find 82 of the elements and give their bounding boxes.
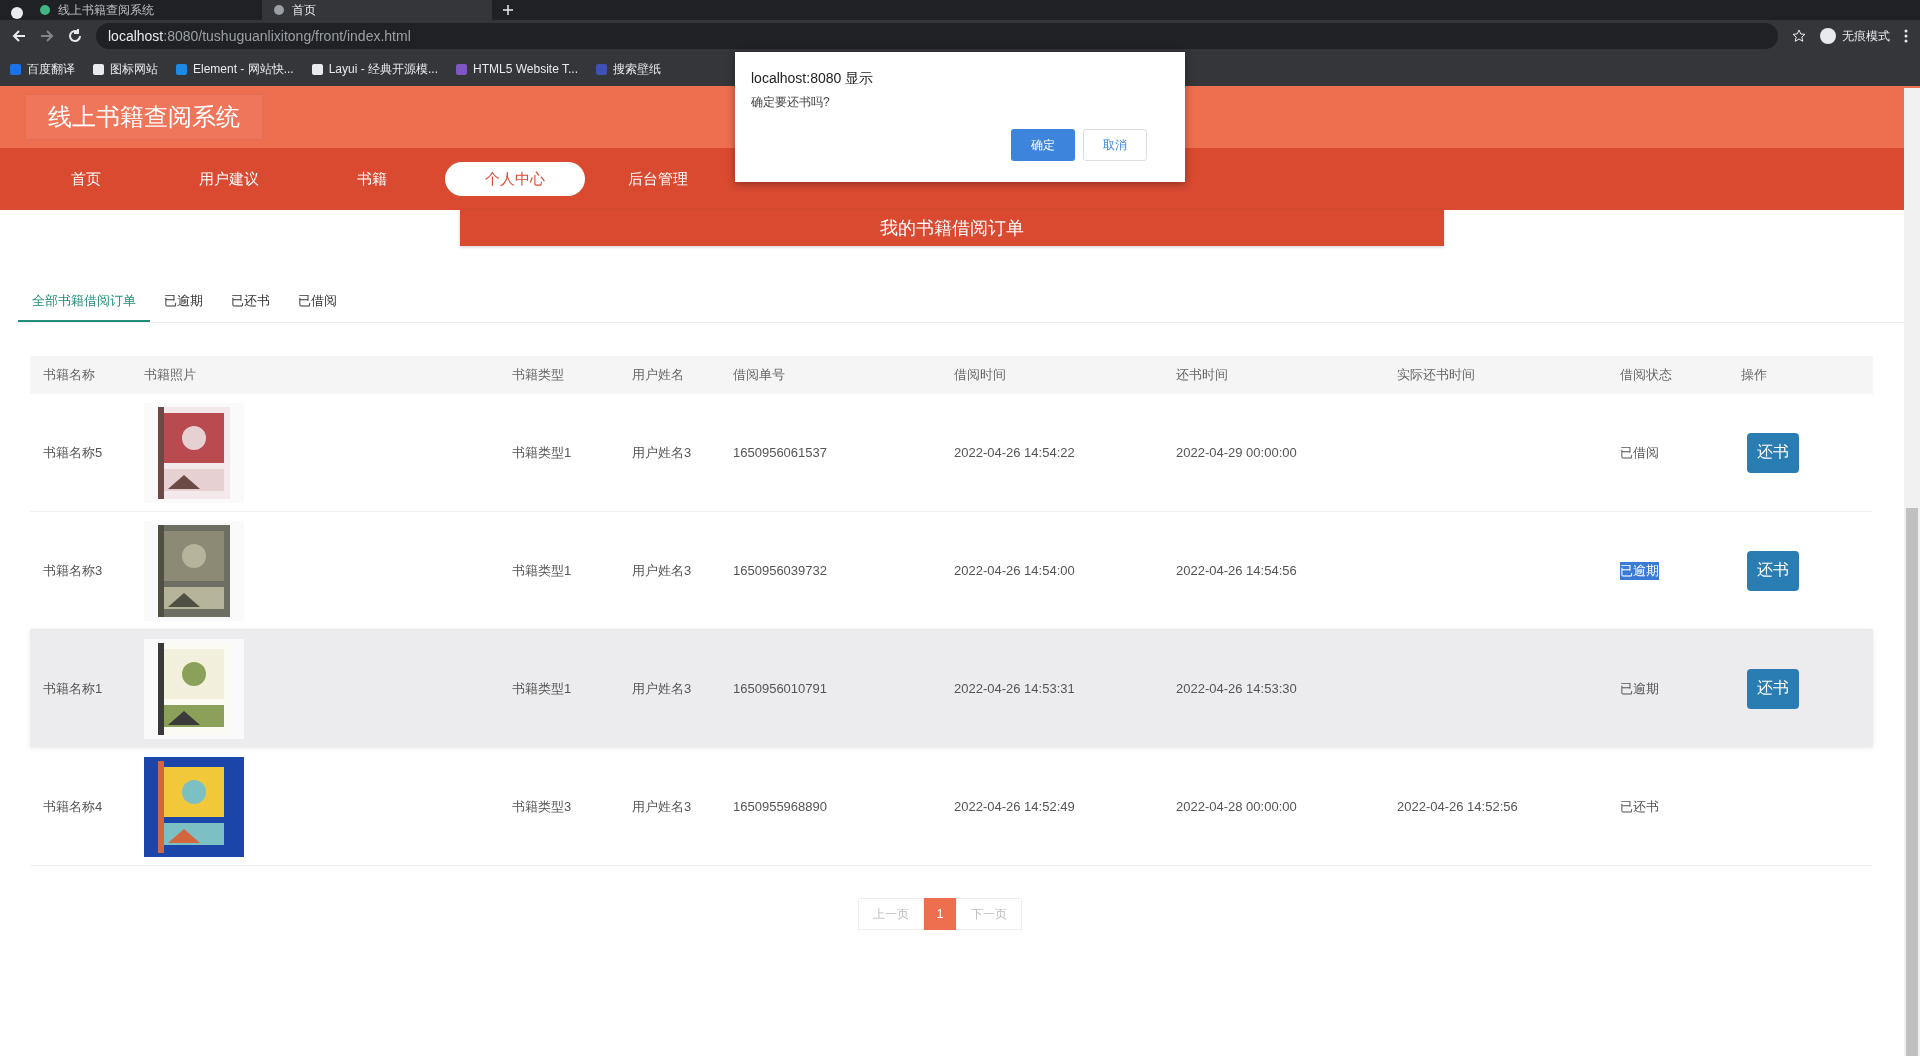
status-text: 已借阅 <box>1620 443 1659 462</box>
table-cell: 2022-04-26 14:54:22 <box>954 445 1075 460</box>
back-icon[interactable] <box>12 29 26 43</box>
site-title: 线上书籍查阅系统 <box>25 94 263 140</box>
reload-icon[interactable] <box>68 29 82 43</box>
profile-button[interactable]: 无痕模式 <box>1820 27 1890 45</box>
bookmark[interactable]: 图标网站 <box>93 60 158 78</box>
menu-icon[interactable] <box>1904 29 1908 43</box>
table-cell: 2022-04-26 14:53:31 <box>954 681 1075 696</box>
nav-tab[interactable]: 个人中心 <box>445 162 585 196</box>
column-header: 操作 <box>1741 366 1767 384</box>
filter-tab[interactable]: 已逾期 <box>150 284 217 322</box>
filter-tab[interactable]: 全部书籍借阅订单 <box>18 284 150 322</box>
table-cell: 2022-04-26 14:52:56 <box>1397 799 1518 814</box>
dialog-message: 确定要还书吗? <box>751 94 831 111</box>
table-cell: 用户姓名3 <box>632 797 692 816</box>
tab-title: 首页 <box>292 1 316 19</box>
table-cell: 2022-04-29 00:00:00 <box>1176 445 1297 460</box>
new-tab-icon[interactable] <box>502 4 514 16</box>
table-cell: 书籍类型3 <box>512 797 572 816</box>
table-cell: 用户姓名3 <box>632 561 692 580</box>
tab-icon <box>40 5 50 15</box>
page-button[interactable]: 1 <box>923 898 957 930</box>
table-cell: 用户姓名3 <box>632 443 692 462</box>
status-text: 已逾期 <box>1620 561 1659 580</box>
column-header: 借阅状态 <box>1620 366 1672 384</box>
column-header: 还书时间 <box>1176 366 1228 384</box>
table-cell: 2022-04-26 14:54:56 <box>1176 563 1297 578</box>
cancel-button[interactable]: 取消 <box>1083 129 1147 161</box>
return-book-button[interactable]: 还书 <box>1747 550 1799 591</box>
table-cell: 书籍类型1 <box>512 561 572 580</box>
column-header: 书籍类型 <box>512 366 564 384</box>
column-header: 用户姓名 <box>632 366 684 384</box>
column-header: 书籍照片 <box>144 366 196 384</box>
profile-label: 无痕模式 <box>1842 27 1890 45</box>
table-cell: 书籍名称3 <box>43 561 103 580</box>
table-cell: 书籍名称4 <box>43 797 103 816</box>
column-header: 借阅单号 <box>733 366 785 384</box>
browser-tab[interactable]: 线上书籍查阅系统 <box>28 0 258 20</box>
nav-tab[interactable]: 书籍 <box>302 162 442 196</box>
bookmark[interactable]: Element - 网站快... <box>176 60 294 78</box>
nav-tab[interactable]: 后台管理 <box>588 162 728 196</box>
table-cell: 2022-04-26 14:53:30 <box>1176 681 1297 696</box>
table-cell: 1650956010791 <box>733 681 827 696</box>
table-cell: 书籍名称5 <box>43 443 103 462</box>
bookmark[interactable]: 百度翻译 <box>10 60 75 78</box>
table-cell: 书籍类型1 <box>512 679 572 698</box>
table-cell: 1650956039732 <box>733 563 827 578</box>
filter-tab[interactable]: 已还书 <box>217 284 284 322</box>
scrollbar-thumb[interactable] <box>1906 508 1918 1056</box>
return-book-button[interactable]: 还书 <box>1747 668 1799 709</box>
browser-tab[interactable]: 首页 <box>262 0 492 20</box>
address-bar[interactable]: localhost:8080/tushuguanlixitong/front/index.html <box>96 23 1778 49</box>
bookmark[interactable]: 搜索壁纸 <box>596 60 661 78</box>
tab-title: 线上书籍查阅系统 <box>58 1 154 19</box>
table-cell: 1650956061537 <box>733 445 827 460</box>
table-cell: 书籍类型1 <box>512 443 572 462</box>
table-cell: 2022-04-26 14:52:49 <box>954 799 1075 814</box>
filter-tab[interactable]: 已借阅 <box>284 284 351 322</box>
table-cell: 书籍名称1 <box>43 679 103 698</box>
table-cell: 用户姓名3 <box>632 679 692 698</box>
url-text: localhost:8080/tushuguanlixitong/front/index.html <box>108 28 411 44</box>
page-banner: 我的书籍借阅订单 <box>460 210 1444 246</box>
scrollbar[interactable] <box>1904 88 1920 1056</box>
status-text: 已还书 <box>1620 797 1659 816</box>
nav-tab[interactable]: 首页 <box>16 162 156 196</box>
dialog-title: localhost:8080 显示 <box>751 70 875 88</box>
bookmark[interactable]: Layui - 经典开源模... <box>311 60 439 78</box>
column-header: 书籍名称 <box>43 366 95 384</box>
tab-icon <box>274 5 284 15</box>
column-header: 实际还书时间 <box>1397 366 1475 384</box>
return-book-button[interactable]: 还书 <box>1747 432 1799 473</box>
confirm-button[interactable]: 确定 <box>1011 129 1075 161</box>
bookmark-star-icon[interactable] <box>1792 29 1806 43</box>
table-cell: 2022-04-28 00:00:00 <box>1176 799 1297 814</box>
bookmark[interactable]: HTML5 Website T... <box>456 62 578 76</box>
table-cell: 2022-04-26 14:54:00 <box>954 563 1075 578</box>
nav-tab[interactable]: 用户建议 <box>159 162 299 196</box>
table-cell: 1650955968890 <box>733 799 827 814</box>
status-text: 已逾期 <box>1620 679 1659 698</box>
column-header: 借阅时间 <box>954 366 1006 384</box>
forward-icon[interactable] <box>40 29 54 43</box>
